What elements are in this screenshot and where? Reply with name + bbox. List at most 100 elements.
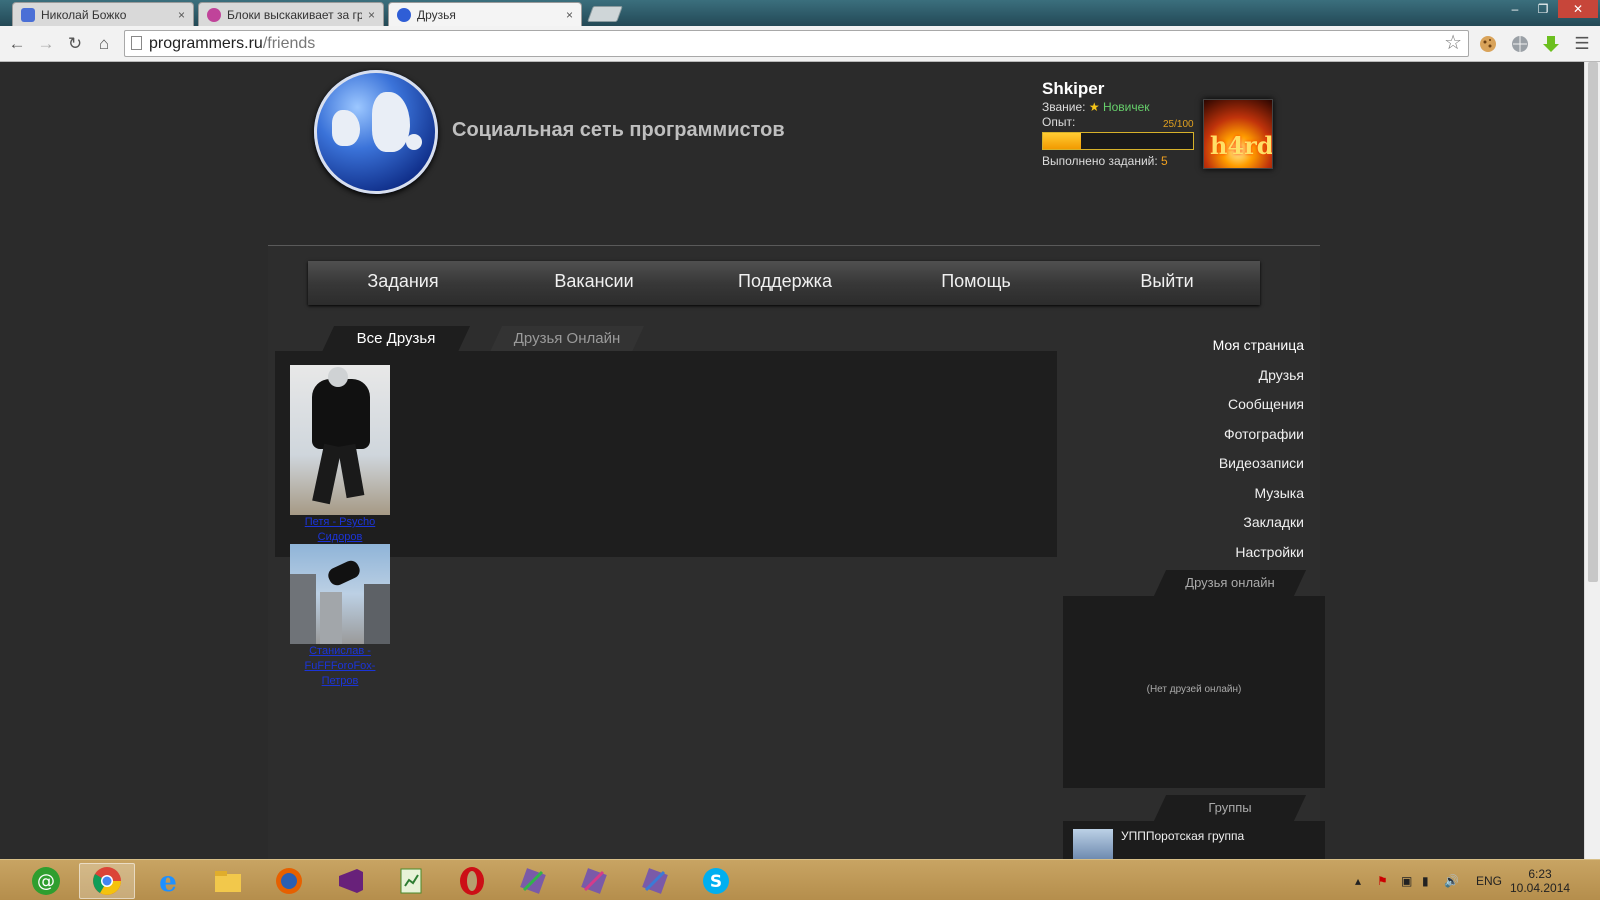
svg-text:@: @ <box>37 871 55 892</box>
cookie-icon[interactable] <box>1478 34 1498 54</box>
close-window-button[interactable]: ✕ <box>1558 0 1598 18</box>
tab-label: Все Друзья <box>356 330 436 347</box>
online-friends-header: Друзья онлайн <box>1153 570 1307 596</box>
sidebar-item-my-page[interactable]: Моя страница <box>1213 337 1304 353</box>
skype-icon[interactable]: S <box>688 863 744 899</box>
maximize-button[interactable]: ❐ <box>1530 0 1556 18</box>
volume-icon[interactable]: 🔊 <box>1444 860 1459 900</box>
sidebar-item-music[interactable]: Музыка <box>1254 485 1304 501</box>
network-icon[interactable]: ▣ <box>1401 860 1412 900</box>
battery-icon[interactable]: ▮ <box>1422 860 1429 900</box>
visual-studio-icon[interactable] <box>322 863 378 899</box>
tool-icon-3[interactable] <box>627 863 683 899</box>
sidebar-item-settings[interactable]: Настройки <box>1235 544 1304 560</box>
friend-photo[interactable] <box>290 365 390 515</box>
tab-title: Друзья <box>417 7 456 22</box>
xp-label: Опыт: <box>1042 115 1076 129</box>
menu-icon[interactable]: ☰ <box>1572 34 1592 54</box>
groups-title: Группы <box>1208 800 1252 815</box>
tool-icon-2[interactable] <box>566 863 622 899</box>
show-hidden-icons[interactable]: ▴ <box>1355 860 1361 900</box>
user-name[interactable]: Shkiper <box>1042 79 1104 99</box>
download-arrow-icon[interactable] <box>1541 34 1561 54</box>
new-tab-button[interactable] <box>587 6 623 22</box>
friend-card[interactable]: Петя - Psycho Сидоров <box>290 365 390 545</box>
nav-support[interactable]: Поддержка <box>738 261 832 305</box>
mail-agent-icon[interactable]: @ <box>18 863 74 899</box>
home-icon[interactable]: ⌂ <box>94 34 114 54</box>
tab-label: Друзья Онлайн <box>513 330 621 347</box>
browser-tab-1[interactable]: Николай Божко × <box>12 2 194 26</box>
globe-land-shape <box>406 134 422 150</box>
online-friends-box: (Нет друзей онлайн) <box>1063 596 1325 788</box>
friend-card[interactable]: Станислав -FuFFForoFox- Петров <box>290 544 390 689</box>
friend-name-link[interactable]: Станислав -FuFFForoFox- Петров <box>290 644 390 689</box>
sidebar-item-photos[interactable]: Фотографии <box>1224 426 1304 442</box>
friends-list-box <box>275 351 1057 557</box>
user-avatar[interactable]: h4rd <box>1203 99 1273 169</box>
firefox-icon[interactable] <box>261 863 317 899</box>
close-tab-icon[interactable]: × <box>178 8 185 22</box>
tab-title: Николай Божко <box>41 7 127 22</box>
xp-text: 25/100 <box>1163 119 1194 130</box>
opera-icon[interactable] <box>444 863 500 899</box>
tool-icon-1[interactable] <box>505 863 561 899</box>
internet-explorer-icon[interactable]: e <box>140 863 196 899</box>
nav-tasks[interactable]: Задания <box>367 261 438 305</box>
web-page: Социальная сеть программистов Shkiper Зв… <box>0 62 1600 859</box>
address-bar[interactable]: programmers.ru/friends ☆ <box>124 30 1469 57</box>
vk-favicon-icon <box>21 7 35 22</box>
reload-icon[interactable]: ↻ <box>65 34 85 54</box>
sidebar-item-videos[interactable]: Видеозаписи <box>1219 455 1304 471</box>
svg-text:S: S <box>710 872 722 892</box>
site-title: Социальная сеть программистов <box>452 119 785 141</box>
rank-label: Звание: <box>1042 100 1086 114</box>
rank-row: Звание: ★ Новичек <box>1042 100 1150 114</box>
tasks-label: Выполнено заданий: <box>1042 154 1158 168</box>
close-tab-icon[interactable]: × <box>566 8 573 22</box>
sidebar-item-messages[interactable]: Сообщения <box>1228 396 1304 412</box>
tab-online-friends[interactable]: Друзья Онлайн <box>489 326 645 352</box>
action-center-flag-icon[interactable]: ⚑ <box>1377 860 1388 900</box>
groups-header: Группы <box>1153 795 1307 821</box>
sidebar-item-bookmarks[interactable]: Закладки <box>1243 514 1304 530</box>
nav-logout[interactable]: Выйти <box>1140 261 1193 305</box>
online-friends-empty: (Нет друзей онлайн) <box>1146 684 1242 695</box>
clock-date: 10.04.2014 <box>1510 880 1571 895</box>
minimize-button[interactable]: – <box>1502 0 1528 18</box>
rank-star-icon: ★ <box>1088 100 1100 114</box>
site-logo-globe[interactable] <box>314 70 438 194</box>
close-tab-icon[interactable]: × <box>368 8 375 22</box>
avatar-text: h4rd <box>1210 131 1273 160</box>
spreadsheet-icon[interactable] <box>383 863 439 899</box>
globe-extension-icon[interactable] <box>1510 34 1530 54</box>
nav-vacancies[interactable]: Вакансии <box>554 261 633 305</box>
clock[interactable]: 6:23 10.04.2014 <box>1510 860 1570 900</box>
xp-progress-bar <box>1042 132 1194 150</box>
language-indicator[interactable]: ENG <box>1476 860 1502 900</box>
browser-tab-strip: Николай Божко × Блоки выскакивает за гр … <box>0 0 1600 26</box>
friend-name-link[interactable]: Петя - Psycho Сидоров <box>290 515 390 545</box>
chrome-icon[interactable] <box>79 863 135 899</box>
browser-tab-2[interactable]: Блоки выскакивает за гр × <box>198 2 384 26</box>
group-name-link[interactable]: УПППоротская группа <box>1121 829 1244 843</box>
main-nav: Задания Вакансии Поддержка Помощь Выйти <box>308 261 1260 305</box>
tab-all-friends[interactable]: Все Друзья <box>321 326 471 352</box>
xp-progress-fill <box>1043 133 1081 149</box>
photo-building-shape <box>320 592 342 644</box>
groups-box: УПППоротская группа <box>1063 821 1325 859</box>
page-scrollbar[interactable] <box>1584 62 1600 859</box>
back-icon[interactable]: ← <box>7 34 27 54</box>
browser-toolbar: ← → ↻ ⌂ programmers.ru/friends ☆ ☰ <box>0 26 1600 62</box>
tasks-value: 5 <box>1161 154 1168 168</box>
file-explorer-icon[interactable] <box>200 863 256 899</box>
friend-photo[interactable] <box>290 544 390 644</box>
nav-help[interactable]: Помощь <box>941 261 1011 305</box>
forward-icon[interactable]: → <box>36 34 56 54</box>
scrollbar-thumb[interactable] <box>1588 62 1598 582</box>
tab-title: Блоки выскакивает за гр <box>227 7 362 22</box>
sidebar-item-friends[interactable]: Друзья <box>1259 367 1304 383</box>
group-avatar[interactable] <box>1073 829 1113 859</box>
bookmark-star-icon[interactable]: ☆ <box>1444 31 1462 56</box>
browser-tab-3[interactable]: Друзья × <box>388 2 582 26</box>
